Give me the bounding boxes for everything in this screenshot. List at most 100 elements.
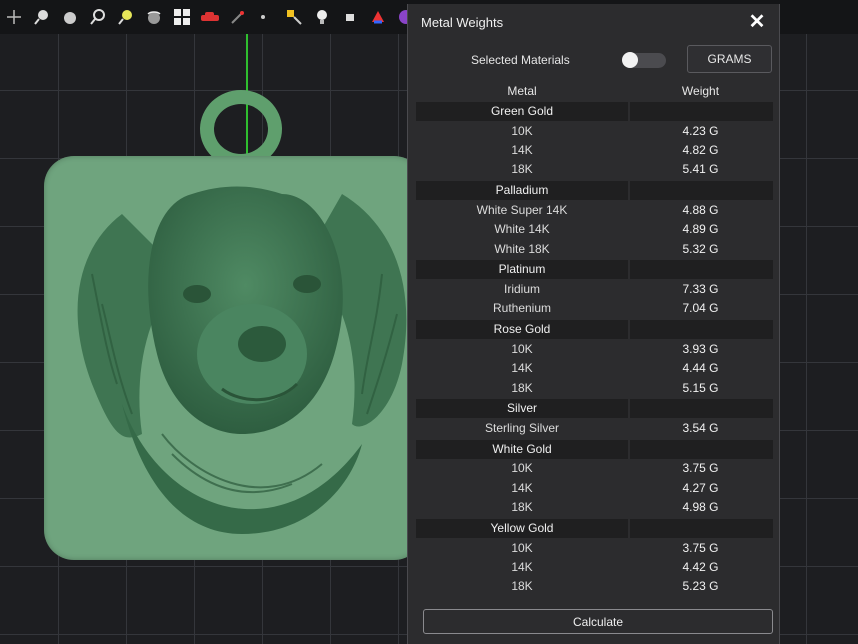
table-row: 10K 3.93 G bbox=[416, 339, 773, 358]
table-row: 18K 5.41 G bbox=[416, 160, 773, 179]
alloy-name: White 18K bbox=[494, 241, 550, 256]
dog-head-relief[interactable] bbox=[62, 184, 422, 538]
alloy-name: 18K bbox=[511, 500, 533, 515]
toggle-knob bbox=[622, 52, 638, 68]
alloy-weight: 4.44 G bbox=[682, 361, 719, 376]
metal-group-weight-cell bbox=[630, 399, 773, 419]
metal-group-name: Palladium bbox=[416, 181, 628, 201]
metal-group-header: Rose Gold bbox=[416, 320, 773, 340]
metal-group-header: Green Gold bbox=[416, 102, 773, 121]
alloy-name: White 14K bbox=[494, 222, 550, 237]
metal-group-header: Palladium bbox=[416, 181, 773, 201]
metal-group-weight-cell bbox=[630, 320, 773, 340]
table-row: 14K 4.42 G bbox=[416, 557, 773, 576]
alloy-name: 14K bbox=[511, 143, 533, 158]
table-row: White 18K 5.32 G bbox=[416, 239, 773, 258]
metal-group-name: Silver bbox=[416, 399, 628, 419]
alloy-weight: 7.04 G bbox=[682, 301, 719, 316]
alloy-name: Iridium bbox=[503, 282, 540, 297]
table-row: White Super 14K 4.88 G bbox=[416, 200, 773, 219]
table-row: Ruthenium 7.04 G bbox=[416, 299, 773, 318]
alloy-name: 18K bbox=[511, 579, 533, 594]
table-row: 10K 4.23 G bbox=[416, 121, 773, 140]
alloy-name: White Super 14K bbox=[476, 202, 568, 217]
alloy-weight: 4.88 G bbox=[682, 202, 719, 217]
alloy-name: 14K bbox=[511, 480, 533, 495]
table-row: Iridium 7.33 G bbox=[416, 279, 773, 298]
alloy-weight: 4.27 G bbox=[682, 480, 719, 495]
box-icon[interactable] bbox=[336, 2, 364, 32]
alloy-weight: 4.23 G bbox=[682, 123, 719, 138]
alloy-name: Sterling Silver bbox=[484, 420, 560, 435]
metal-column-header: Metal bbox=[507, 84, 537, 98]
alloy-weight: 5.41 G bbox=[682, 162, 719, 177]
metal-group-weight-cell bbox=[630, 260, 773, 280]
units-button[interactable]: GRAMS bbox=[687, 45, 772, 73]
car-icon[interactable] bbox=[196, 2, 224, 32]
alloy-weight: 7.33 G bbox=[682, 282, 719, 297]
metal-group-weight-cell bbox=[630, 518, 773, 538]
alloy-weight: 4.82 G bbox=[682, 143, 719, 158]
metal-weights-panel: Metal Weights ✕ Selected Materials GRAMS… bbox=[407, 4, 780, 644]
metal-group-name: Yellow Gold bbox=[416, 518, 628, 538]
table-row: 14K 4.27 G bbox=[416, 478, 773, 497]
table-header: Metal Weight bbox=[416, 82, 773, 100]
metal-group-weight-cell bbox=[630, 439, 773, 459]
alloy-weight: 3.75 G bbox=[682, 461, 719, 476]
alloy-name: 18K bbox=[511, 380, 533, 395]
weight-column-header: Weight bbox=[681, 84, 720, 98]
alloy-name: 14K bbox=[511, 559, 533, 574]
alloy-name: 10K bbox=[511, 341, 533, 356]
weights-table: Metal Weight Green Gold 10K 4.23 G 14K 4.82 … bbox=[416, 82, 773, 596]
table-row: 10K 3.75 G bbox=[416, 538, 773, 557]
metal-group-header: Silver bbox=[416, 399, 773, 419]
alloy-weight: 3.54 G bbox=[682, 420, 719, 435]
metal-group-weight-cell bbox=[630, 102, 773, 121]
alloy-name: 10K bbox=[511, 123, 533, 138]
table-row: White 14K 4.89 G bbox=[416, 220, 773, 239]
alloy-weight: 4.98 G bbox=[682, 500, 719, 515]
alloy-name: Ruthenium bbox=[492, 301, 552, 316]
selected-materials-toggle[interactable] bbox=[622, 52, 666, 68]
table-row: Sterling Silver 3.54 G bbox=[416, 418, 773, 437]
zoom-icon[interactable] bbox=[28, 2, 56, 32]
table-row: 14K 4.82 G bbox=[416, 140, 773, 159]
alloy-weight: 3.75 G bbox=[682, 540, 719, 555]
metal-group-name: Platinum bbox=[416, 260, 628, 280]
alloy-weight: 5.15 G bbox=[682, 380, 719, 395]
metal-group-header: White Gold bbox=[416, 439, 773, 459]
orbit-icon[interactable] bbox=[140, 2, 168, 32]
metal-group-header: Yellow Gold bbox=[416, 518, 773, 538]
metal-group-name: Rose Gold bbox=[416, 320, 628, 340]
alloy-name: 18K bbox=[511, 162, 533, 177]
alloy-weight: 5.32 G bbox=[682, 241, 719, 256]
snap-icon[interactable] bbox=[280, 2, 308, 32]
alloy-name: 10K bbox=[511, 461, 533, 476]
dot-icon[interactable] bbox=[252, 2, 280, 32]
table-row: 18K 4.98 G bbox=[416, 497, 773, 516]
paint-icon[interactable] bbox=[364, 2, 392, 32]
point-icon[interactable] bbox=[224, 2, 252, 32]
alloy-weight: 4.42 G bbox=[682, 559, 719, 574]
table-row: 10K 3.75 G bbox=[416, 459, 773, 478]
alloy-weight: 4.89 G bbox=[682, 222, 719, 237]
light-icon[interactable] bbox=[308, 2, 336, 32]
close-button[interactable]: ✕ bbox=[747, 11, 767, 33]
move-icon[interactable] bbox=[0, 2, 28, 32]
alloy-weight: 3.93 G bbox=[682, 341, 719, 356]
zoom-select-icon[interactable] bbox=[112, 2, 140, 32]
table-row: 18K 5.15 G bbox=[416, 378, 773, 397]
metal-group-header: Platinum bbox=[416, 260, 773, 280]
calculate-button[interactable]: Calculate bbox=[423, 609, 773, 634]
metal-group-name: Green Gold bbox=[416, 102, 628, 121]
metal-group-name: White Gold bbox=[416, 439, 628, 459]
selected-materials-label: Selected Materials bbox=[471, 53, 570, 67]
table-row: 18K 5.23 G bbox=[416, 577, 773, 596]
zoom-fit-icon[interactable] bbox=[84, 2, 112, 32]
alloy-name: 10K bbox=[511, 540, 533, 555]
metal-group-weight-cell bbox=[630, 181, 773, 201]
layout-icon[interactable] bbox=[168, 2, 196, 32]
sphere-icon[interactable] bbox=[56, 2, 84, 32]
alloy-weight: 5.23 G bbox=[682, 579, 719, 594]
table-row: 14K 4.44 G bbox=[416, 359, 773, 378]
